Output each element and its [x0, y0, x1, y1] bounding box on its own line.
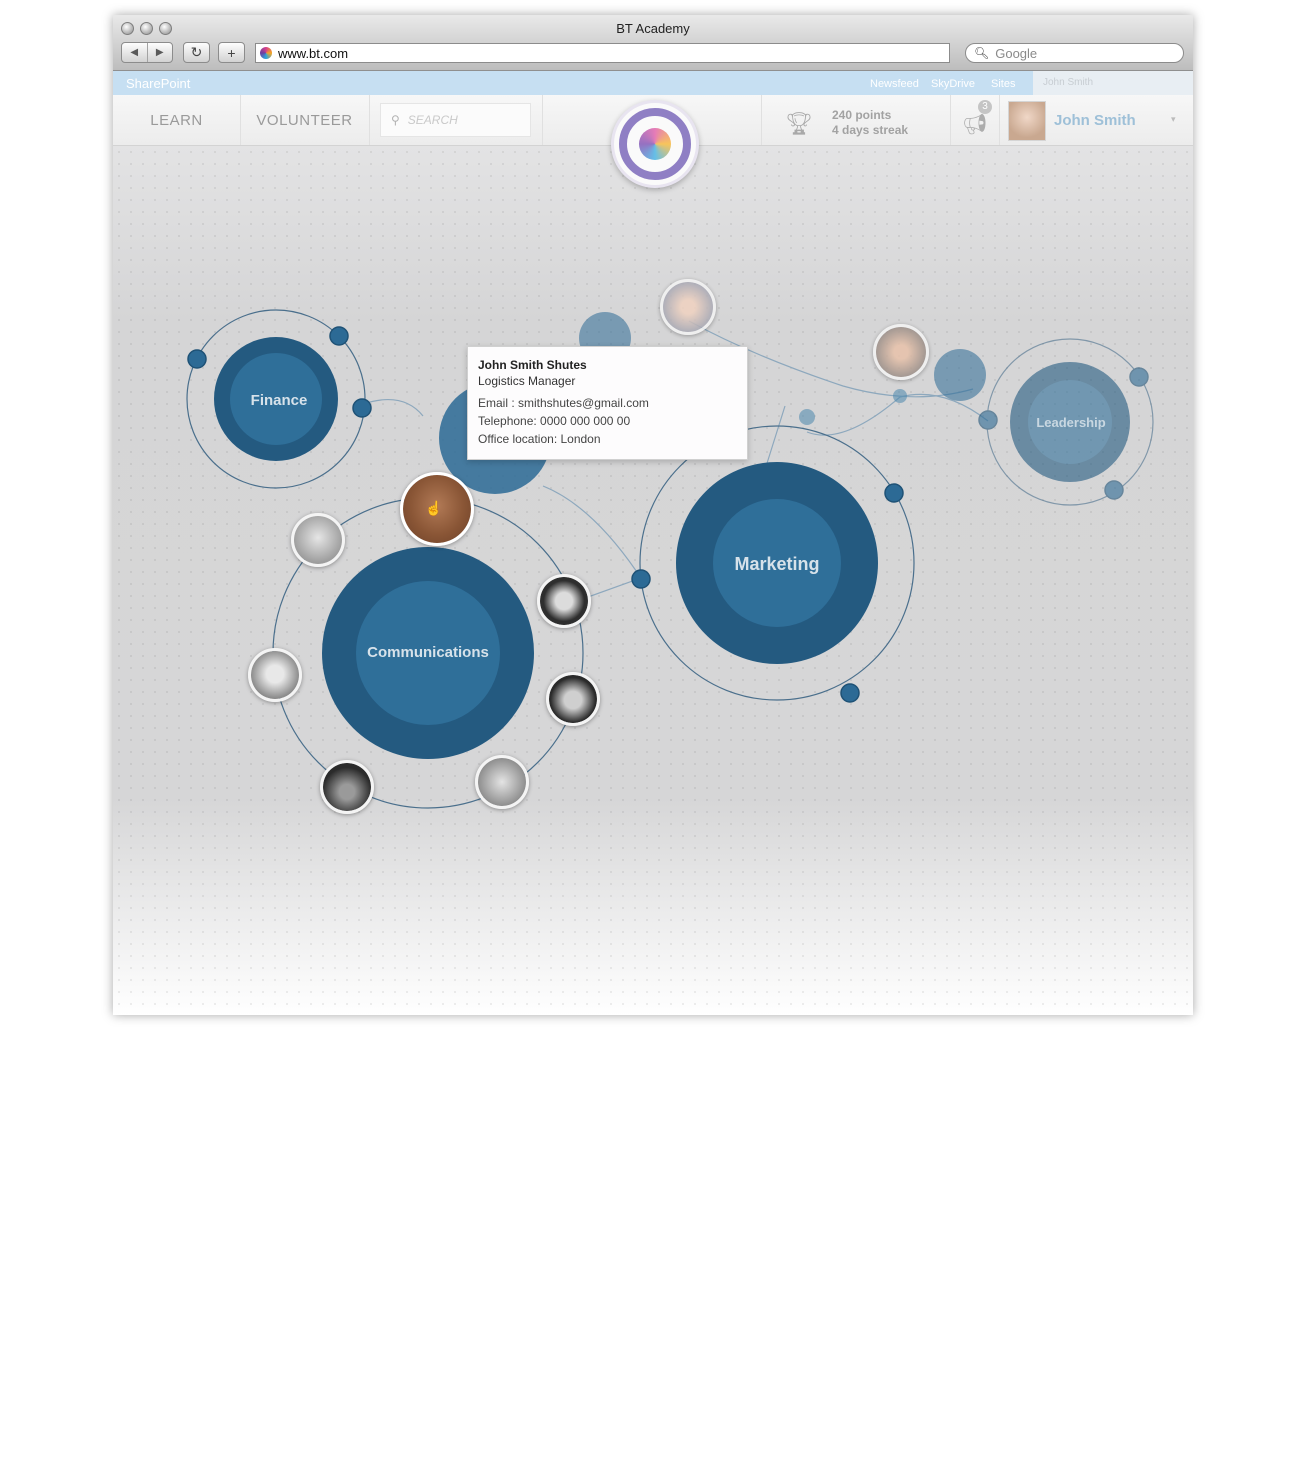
- bt-way-logo[interactable]: [611, 100, 699, 188]
- avatar-person[interactable]: [475, 755, 529, 809]
- avatar-person[interactable]: [537, 574, 591, 628]
- bt-globe-icon: [639, 128, 671, 160]
- avatar-person[interactable]: [320, 760, 374, 814]
- person-photo: [251, 651, 299, 699]
- site-search-placeholder: SEARCH: [407, 113, 458, 127]
- chevron-down-icon[interactable]: ▾: [1171, 114, 1176, 125]
- sharepoint-bar: SharePoint Newsfeed SkyDrive Sites John …: [113, 71, 1193, 95]
- header-divider: [999, 95, 1000, 145]
- history-nav: ◀ ▶: [121, 42, 173, 63]
- leadership-node[interactable]: [1104, 480, 1124, 500]
- browser-window: BT Academy ◀ ▶ ↻ + www.bt.com 🔍︎ Google …: [113, 15, 1193, 1015]
- sites-link[interactable]: Sites: [991, 78, 1015, 90]
- user-name[interactable]: John Smith: [1054, 112, 1136, 129]
- header-divider: [542, 95, 543, 145]
- communications-label[interactable]: Communications: [367, 644, 489, 661]
- trophy-icon: 🏆︎: [785, 111, 813, 136]
- add-bookmark-button[interactable]: +: [218, 42, 245, 63]
- contact-name: John Smith Shutes: [478, 358, 587, 372]
- person-photo: [478, 758, 526, 806]
- avatar-person[interactable]: [291, 513, 345, 567]
- contact-card-popup: John Smith Shutes Logistics Manager Emai…: [467, 346, 748, 460]
- marketing-node[interactable]: [840, 683, 860, 703]
- person-photo: [549, 675, 597, 723]
- nav-volunteer[interactable]: VOLUNTEER: [240, 95, 370, 145]
- person-photo: [323, 763, 371, 811]
- contact-details: Email : smithshutes@gmail.com Telephone:…: [478, 396, 737, 446]
- points-value: 240 points: [832, 108, 892, 122]
- window-title: BT Academy: [616, 21, 690, 36]
- connection-line: [542, 485, 642, 579]
- back-arrow-icon[interactable]: ◀: [122, 43, 148, 62]
- person-photo: [876, 327, 926, 377]
- finance-node[interactable]: [329, 326, 349, 346]
- reload-button[interactable]: ↻: [183, 42, 210, 63]
- forward-arrow-icon[interactable]: ▶: [148, 43, 173, 62]
- finance-node[interactable]: [187, 349, 207, 369]
- marketing-label[interactable]: Marketing: [734, 554, 819, 574]
- connection-line: [806, 396, 901, 436]
- header-divider: [950, 95, 951, 145]
- contact-role: Logistics Manager: [478, 374, 576, 388]
- sharepoint-brand[interactable]: SharePoint: [126, 76, 190, 91]
- skydrive-link[interactable]: SkyDrive: [931, 78, 975, 90]
- marketing-node[interactable]: [631, 569, 651, 589]
- site-search-input[interactable]: ⚲ SEARCH: [380, 103, 531, 137]
- hand-cursor-icon: ☝: [425, 500, 443, 516]
- browser-search-placeholder: Google: [995, 45, 1038, 61]
- leadership-label[interactable]: Leadership: [1036, 415, 1105, 430]
- megaphone-icon[interactable]: 📢︎: [962, 112, 987, 137]
- url-text: www.bt.com: [278, 45, 349, 61]
- contact-email[interactable]: Email : smithshutes@gmail.com: [478, 396, 737, 410]
- search-icon: ⚲: [391, 113, 400, 127]
- network-graph: Finance Communications Marketing Leaders…: [186, 309, 1154, 809]
- browser-titlebar: BT Academy ◀ ▶ ↻ + www.bt.com 🔍︎ Google: [113, 15, 1193, 71]
- newsfeed-link[interactable]: Newsfeed: [870, 78, 919, 90]
- notification-count-badge: 3: [978, 100, 992, 114]
- finance-label[interactable]: Finance: [251, 392, 308, 409]
- finance-node[interactable]: [352, 398, 372, 418]
- search-icon: 🔍︎: [974, 46, 990, 60]
- reload-icon: ↻: [190, 44, 203, 60]
- contact-telephone: Telephone: 0000 000 000 00: [478, 414, 631, 428]
- avatar-person[interactable]: [660, 279, 716, 335]
- avatar-person[interactable]: [248, 648, 302, 702]
- browser-search-field[interactable]: 🔍︎ Google: [965, 43, 1184, 63]
- site-favicon-icon: [260, 47, 272, 59]
- leadership-node[interactable]: [978, 410, 998, 430]
- connection-line: [362, 398, 424, 417]
- contact-office: Office location: London: [478, 432, 601, 446]
- leadership-node[interactable]: [1129, 367, 1149, 387]
- points-summary: 240 points 4 days streak: [832, 108, 908, 138]
- user-avatar[interactable]: [1008, 101, 1046, 141]
- address-bar[interactable]: www.bt.com: [255, 43, 950, 63]
- avatar-person[interactable]: [873, 324, 929, 380]
- marketing-node[interactable]: [884, 483, 904, 503]
- plus-icon: +: [227, 44, 236, 61]
- avatar-person[interactable]: [546, 672, 600, 726]
- background-node: [893, 389, 907, 403]
- sharepoint-user-menu[interactable]: John Smith: [1033, 71, 1193, 95]
- person-photo: [294, 516, 342, 564]
- network-canvas: Finance Communications Marketing Leaders…: [113, 146, 1193, 1015]
- person-photo: [540, 577, 588, 625]
- connection-line: [899, 393, 989, 422]
- background-node: [799, 409, 815, 425]
- header-divider: [761, 95, 762, 145]
- background-node: [934, 349, 986, 401]
- nav-learn[interactable]: LEARN: [113, 95, 241, 145]
- person-photo: [663, 282, 713, 332]
- streak-value: 4 days streak: [832, 123, 909, 137]
